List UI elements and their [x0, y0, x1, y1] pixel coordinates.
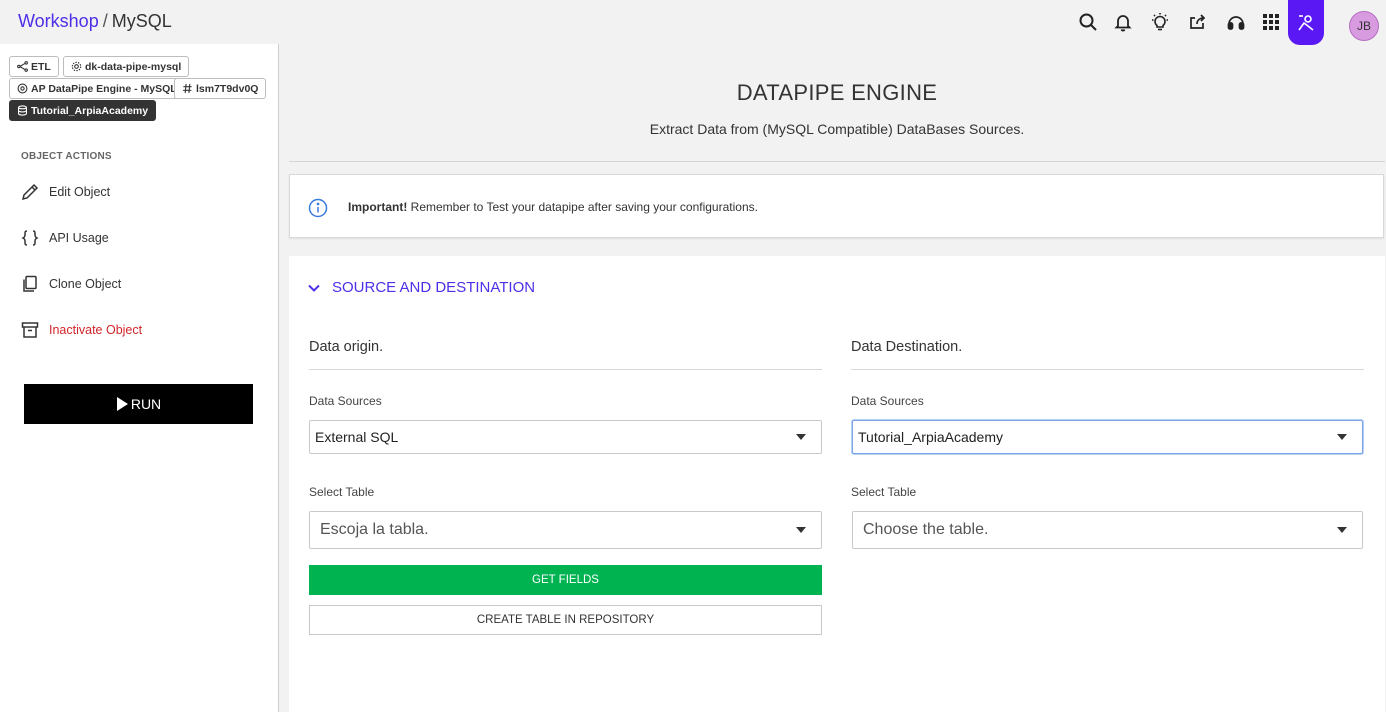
bell-icon[interactable]: [1112, 11, 1134, 33]
search-icon[interactable]: [1077, 11, 1099, 33]
user-agent-icon: [1298, 14, 1314, 31]
info-icon: [308, 198, 328, 218]
caret-down-icon: [1337, 527, 1347, 533]
destination-select-table-placeholder: Choose the table.: [863, 521, 989, 538]
notice-bold: Important!: [348, 200, 408, 214]
tag-process-name[interactable]: dk-data-pipe-mysql: [63, 56, 190, 77]
notice-message: Remember to Test your datapipe after sav…: [407, 200, 758, 214]
origin-title: Data origin.: [309, 339, 384, 355]
chevron-down-icon: [308, 284, 320, 292]
pencil-icon: [21, 183, 39, 201]
hash-icon: [183, 83, 192, 94]
source-destination-panel: SOURCE AND DESTINATION Data origin. Data…: [289, 256, 1385, 712]
avatar[interactable]: JB: [1349, 11, 1379, 41]
top-bar: Workshop / MySQL JB: [0, 0, 1386, 45]
tag-engine[interactable]: AP DataPipe Engine - MySQL: [9, 78, 185, 99]
get-fields-button[interactable]: GET FIELDS: [309, 565, 822, 595]
run-button-label: RUN: [130, 396, 162, 412]
archive-icon: [21, 322, 39, 338]
engine-icon: [17, 83, 28, 94]
database-icon: [18, 105, 27, 116]
destination-data-sources-select[interactable]: Tutorial_ArpiaAcademy: [852, 420, 1363, 454]
caret-down-icon: [796, 527, 806, 533]
api-usage-action[interactable]: API Usage: [20, 226, 109, 250]
object-actions-heading: OBJECT ACTIONS: [21, 151, 112, 162]
braces-icon: [21, 230, 39, 246]
destination-data-sources-label: Data Sources: [851, 394, 924, 408]
tag-process-label: dk-data-pipe-mysql: [85, 60, 182, 73]
inactivate-object-action[interactable]: Inactivate Object: [20, 318, 142, 342]
important-notice: Important! Remember to Test your datapip…: [289, 174, 1384, 238]
origin-select-table-label: Select Table: [309, 485, 375, 499]
notice-text: Important! Remember to Test your datapip…: [348, 200, 758, 214]
edit-object-action[interactable]: Edit Object: [20, 180, 110, 204]
destination-select-table-label: Select Table: [851, 485, 917, 499]
clone-object-action[interactable]: Clone Object: [20, 272, 121, 296]
origin-select-table[interactable]: Escoja la tabla.: [309, 511, 822, 549]
destination-data-sources-value: Tutorial_ArpiaAcademy: [858, 429, 1003, 445]
tag-object-id-label: lsm7T9dv0Q: [196, 82, 259, 95]
breadcrumb-separator: /: [102, 11, 108, 31]
origin-data-sources-value: External SQL: [315, 429, 399, 445]
run-button[interactable]: RUN: [24, 384, 253, 424]
share-icon[interactable]: [1187, 11, 1209, 33]
section-title: SOURCE AND DESTINATION: [332, 279, 536, 296]
destination-title: Data Destination.: [851, 339, 963, 355]
destination-divider: [851, 369, 1364, 370]
user-agent-tab[interactable]: [1288, 0, 1324, 45]
breadcrumb: Workshop / MySQL: [18, 11, 172, 32]
caret-down-icon: [796, 434, 806, 440]
origin-data-sources-label: Data Sources: [309, 394, 382, 408]
section-toggle[interactable]: SOURCE AND DESTINATION: [307, 279, 535, 296]
tag-repository[interactable]: Tutorial_ArpiaAcademy: [9, 100, 157, 121]
breadcrumb-workshop-link[interactable]: Workshop: [18, 11, 99, 31]
gear-icon: [71, 61, 82, 72]
tag-etl[interactable]: ETL: [9, 56, 59, 77]
lightbulb-icon[interactable]: [1149, 11, 1171, 33]
edit-object-label: Edit Object: [49, 185, 111, 199]
etl-icon: [17, 61, 28, 72]
origin-divider: [309, 369, 822, 370]
caret-down-icon: [1337, 434, 1347, 440]
clone-object-label: Clone Object: [49, 277, 122, 291]
tag-repository-label: Tutorial_ArpiaAcademy: [31, 104, 149, 117]
page-subtitle: Extract Data from (MySQL Compatible) Dat…: [649, 121, 1025, 137]
play-icon: [116, 397, 128, 411]
title-divider: [289, 161, 1385, 162]
breadcrumb-current: MySQL: [111, 11, 172, 31]
destination-select-table[interactable]: Choose the table.: [852, 511, 1363, 549]
origin-data-sources-select[interactable]: External SQL: [309, 420, 822, 454]
create-table-button[interactable]: CREATE TABLE IN REPOSITORY: [309, 605, 822, 635]
tag-engine-label: AP DataPipe Engine - MySQL: [31, 82, 177, 95]
page-title: DATAPIPE ENGINE: [736, 80, 938, 105]
tag-etl-label: ETL: [31, 60, 51, 73]
origin-select-table-placeholder: Escoja la tabla.: [320, 521, 429, 538]
copy-icon: [23, 275, 37, 292]
api-usage-label: API Usage: [49, 231, 109, 245]
headset-icon[interactable]: [1225, 11, 1247, 33]
inactivate-object-label: Inactivate Object: [49, 323, 143, 337]
apps-grid-icon[interactable]: [1260, 11, 1282, 33]
sidebar: ETL dk-data-pipe-mysql AP DataPipe Engin…: [0, 44, 279, 712]
tag-object-id[interactable]: lsm7T9dv0Q: [174, 78, 267, 99]
